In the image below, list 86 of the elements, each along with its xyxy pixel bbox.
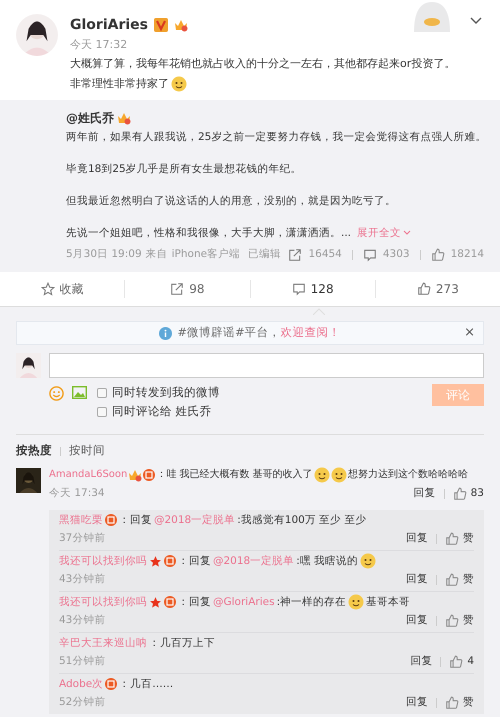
emoji-icon xyxy=(171,76,187,92)
repost-text: 但我最近忽然明白了说这话的人的用意，没别的，就是因为吃亏了。 xyxy=(66,194,396,209)
edited-label: 已编辑 xyxy=(248,247,282,262)
badge-icon xyxy=(143,469,156,481)
sort-tab[interactable]: 按热度 xyxy=(16,442,52,460)
notice-text: #微博辟谣#平台， xyxy=(177,324,281,342)
comment-text: 想努力达到这个数哈哈哈哈 xyxy=(348,468,468,482)
badge-icon xyxy=(105,678,118,690)
repost-date: 5月30日 19:09 xyxy=(66,247,142,262)
star-icon xyxy=(149,554,162,568)
comment-text: ：几百…… xyxy=(119,677,174,692)
star-icon xyxy=(149,596,162,608)
action-button[interactable]: 收藏 xyxy=(40,280,84,298)
emoji-icon xyxy=(348,594,364,610)
image-icon[interactable] xyxy=(72,386,87,399)
comment-time: 51分钟前 xyxy=(59,654,106,670)
action-button[interactable]: 98 xyxy=(170,280,205,298)
smiley-icon[interactable] xyxy=(49,386,64,401)
chevron-down-icon[interactable] xyxy=(470,17,482,25)
like-count[interactable]: 83 xyxy=(470,486,484,502)
like-label[interactable]: 4 xyxy=(467,654,474,670)
source-label: 来自 xyxy=(146,247,168,262)
thumbs-up-icon xyxy=(416,282,431,296)
post-text: 非常理性非常持家了 xyxy=(70,76,169,92)
badge-icon xyxy=(105,514,117,526)
repost-text: 两年前，如果有人跟我说，25岁之前一定要努力存钱，我一定会觉得这有点强人所难。 xyxy=(66,130,486,145)
crown-icon xyxy=(128,468,142,482)
comment-icon xyxy=(292,282,306,296)
repost-text: 毕竟18到25岁几乎是所有女生最想花钱的年纪。 xyxy=(66,162,302,177)
chevron-down-icon xyxy=(403,230,412,236)
comment-time: 43分钟前 xyxy=(59,572,106,588)
crown-icon xyxy=(174,18,188,32)
emoji-icon xyxy=(330,467,347,483)
like-label[interactable]: 赞 xyxy=(463,572,474,588)
comment-text: 基哥本哥 xyxy=(366,595,410,610)
reply-button[interactable]: 回复 xyxy=(406,531,428,547)
comment-text: ：回复 xyxy=(119,513,152,528)
comment-text: :我感觉有100万 至少 至少 xyxy=(237,513,366,528)
reply-button[interactable]: 回复 xyxy=(406,695,428,711)
comment-time: 37分钟前 xyxy=(59,531,106,546)
thumbs-up-icon xyxy=(449,655,464,669)
thumbs-up-icon xyxy=(430,248,445,262)
emoji-icon xyxy=(360,553,376,569)
star-outline-icon xyxy=(40,282,55,296)
reply-button[interactable]: 回复 xyxy=(406,613,428,629)
comment-text: :神一样的存在 xyxy=(276,595,346,610)
comment-time: 今天 17:34 xyxy=(49,486,105,502)
thumbs-up-icon xyxy=(445,532,459,546)
comment-time: 43分钟前 xyxy=(59,613,106,628)
share-icon xyxy=(170,282,184,296)
verified-icon xyxy=(154,18,168,32)
repost-text: 先说一个姐姐吧，性格和我很像，大手大脚，潇潇洒洒。... xyxy=(66,226,352,241)
author-name[interactable]: GloriAries xyxy=(70,14,148,36)
reply-button[interactable]: 回复 xyxy=(410,654,432,670)
info-icon xyxy=(159,326,172,340)
thumbs-up-icon xyxy=(445,696,459,710)
post-text: 大概算了算，我每年花销也就占收入的十分之一左右，其他都存起来or投资了。 xyxy=(70,56,456,72)
crown-icon xyxy=(117,112,131,124)
comment-icon xyxy=(362,248,377,262)
comment-text: :嘿 我瞎说的 xyxy=(296,554,358,569)
reply-button[interactable]: 回复 xyxy=(406,572,428,588)
close-button[interactable]: × xyxy=(464,323,475,343)
thumbs-up-icon xyxy=(445,573,459,587)
action-button[interactable]: 128 xyxy=(292,280,334,298)
badge-icon xyxy=(164,596,176,608)
share-icon xyxy=(288,248,302,262)
checkbox-label: 同时转发到我的微博 xyxy=(112,384,220,401)
checkbox-label: 同时评论给 姓氏乔 xyxy=(112,402,212,420)
thumbs-up-icon xyxy=(452,487,467,501)
thumbs-up-icon xyxy=(445,614,459,628)
like-label[interactable]: 赞 xyxy=(463,613,474,629)
comment-text: ：几百万上下 xyxy=(149,636,215,651)
comment-time: 52分钟前 xyxy=(59,695,106,710)
badge-icon xyxy=(164,555,176,567)
action-button[interactable]: 273 xyxy=(416,280,459,298)
comment-text: ：哇 我已经大概有数 基哥的收入了 xyxy=(156,468,313,482)
comment-text: ：回复 xyxy=(178,554,211,569)
like-label[interactable]: 赞 xyxy=(463,531,474,547)
reply-button[interactable]: 回复 xyxy=(414,486,436,502)
repost-author[interactable]: @姓氏乔 xyxy=(66,109,114,127)
comment-input[interactable] xyxy=(49,353,484,378)
sort-tab[interactable]: 按时间 xyxy=(69,442,105,460)
comment-text: ：回复 xyxy=(178,595,211,610)
emoji-icon xyxy=(314,467,330,483)
post-time: 今天 17:32 xyxy=(70,37,128,53)
like-label[interactable]: 赞 xyxy=(463,695,474,711)
